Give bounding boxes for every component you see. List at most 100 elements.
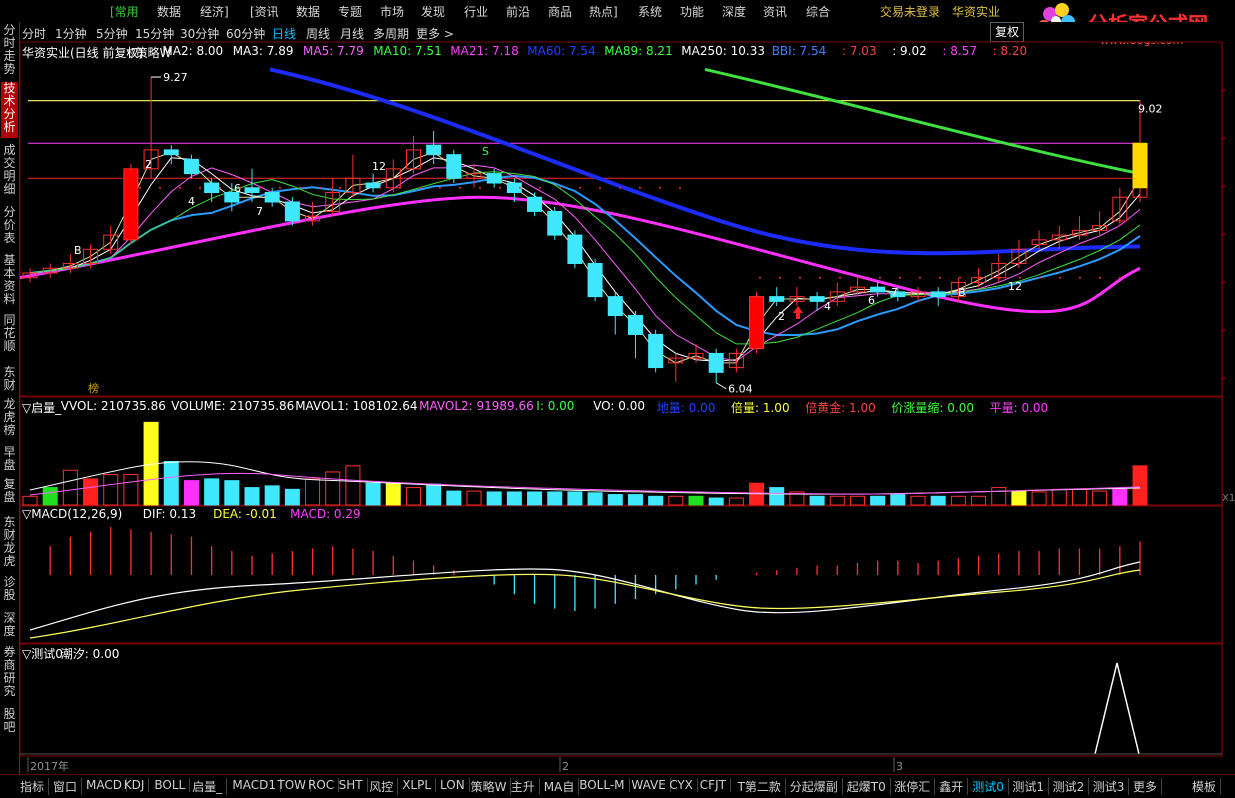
indicator-value: DIF: 0.13 [142, 507, 197, 521]
bottom-tab-14[interactable]: 主升 [511, 778, 540, 795]
candle-body [648, 333, 664, 369]
indicator-value: 价涨量缩: 0.00 [891, 401, 974, 415]
signal-dot [299, 186, 301, 189]
candle-body [749, 296, 765, 350]
ma2-line [29, 151, 1141, 364]
bottom-tab-29[interactable]: 更多 [1133, 778, 1163, 795]
bottom-tab-19[interactable]: CFJT [700, 778, 731, 792]
bottom-tab-2[interactable]: MACD [86, 778, 127, 792]
bang-label: 榜 [88, 381, 99, 395]
volume-bar [62, 469, 78, 506]
volume-bar [163, 461, 179, 506]
volume-bar [22, 495, 38, 506]
bottom-tab-21[interactable]: 分起爆副 [790, 778, 843, 795]
signal-dot [499, 186, 501, 189]
bottom-tab-24[interactable]: 鑫开 [939, 778, 969, 795]
volume-bar [708, 497, 724, 506]
volume-bar [305, 478, 321, 506]
bottom-tab-18[interactable]: CYX [669, 778, 698, 792]
volume-bar [971, 495, 987, 506]
volume-bar [1132, 465, 1148, 506]
signal-dot [459, 186, 461, 189]
signal-dot [779, 276, 781, 279]
bottom-tab-5[interactable]: 启量_ [192, 778, 228, 795]
indicator-value: MA60: 7.54 [527, 44, 596, 58]
candle-body [769, 296, 785, 302]
signal-dot [1099, 276, 1101, 279]
volume-scale-label: X1 [1222, 493, 1235, 504]
bottom-tab-8[interactable]: ROC [308, 778, 340, 792]
volume-bar [1071, 488, 1087, 506]
bottom-tab-22[interactable]: 起爆T0 [847, 778, 891, 795]
bottom-tab-13[interactable]: 策略W [471, 778, 512, 795]
bottom-tab-16[interactable]: BOLL-M [579, 778, 630, 792]
candle-body [708, 352, 724, 373]
panel-title[interactable]: ▽MACD(12,26,9) [22, 507, 122, 521]
bottom-tab-6[interactable]: MACD1 [232, 778, 281, 792]
volume-bar [123, 474, 139, 506]
indicator-value: MA3: 7.89 [232, 44, 294, 58]
bottom-tab-30[interactable]: 模板 [1192, 778, 1222, 795]
signal-marker: B [74, 244, 82, 257]
bottom-tab-9[interactable]: SHT [339, 778, 368, 792]
bottom-tab-25[interactable]: 测试0 [972, 778, 1009, 795]
indicator-value: MA5: 7.79 [303, 44, 364, 58]
volume-bar [83, 478, 99, 506]
signal-dot [759, 276, 761, 279]
volume-bar [688, 495, 704, 506]
bottom-tab-20[interactable]: T第二款 [738, 778, 786, 795]
indicator-value: VVOL: 210735.86 [60, 399, 166, 413]
signal-dot [279, 186, 281, 189]
volume-bar [103, 474, 119, 506]
bottom-tab-1[interactable]: 窗口 [53, 778, 83, 795]
panel-title[interactable]: ▽启量_ [22, 399, 61, 416]
indicator-value: 平量: 0.00 [989, 401, 1049, 415]
candle-body [204, 182, 220, 194]
indicator-value: VO: 0.00 [593, 399, 645, 413]
date-axis-label: 2 [562, 760, 569, 773]
indicator-value: 地量: 0.00 [656, 401, 716, 415]
bottom-tab-11[interactable]: XLPL [402, 778, 437, 792]
volume-bar [930, 495, 946, 506]
panel-title[interactable]: 华资实业(日线 前复权) [22, 44, 143, 61]
signal-dot [659, 186, 661, 189]
indicator-value: 潮汐: 0.00 [60, 647, 120, 661]
bottom-tab-28[interactable]: 测试3 [1093, 778, 1130, 795]
indicator-value: MA21: 7.18 [450, 44, 519, 58]
bottom-tab-17[interactable]: WAVE [631, 778, 671, 792]
bottom-tab-0[interactable]: 指标 [20, 778, 50, 795]
date-axis-label: 3 [896, 760, 903, 773]
bottom-tab-4[interactable]: BOLL [154, 778, 191, 792]
bottom-tab-26[interactable]: 测试1 [1012, 778, 1050, 795]
indicator-value: MA10: 7.51 [373, 44, 442, 58]
volume-bar [365, 482, 381, 506]
bottom-tab-12[interactable]: LON [440, 778, 470, 792]
signal-dot [1039, 276, 1041, 279]
candle-body [163, 149, 179, 156]
volume-bar [264, 485, 280, 506]
volume-bar [486, 491, 502, 506]
last-candle-body [1132, 142, 1148, 189]
signal-dot [579, 186, 581, 189]
indicator-value: I: 0.00 [536, 399, 575, 413]
signal-dot [419, 186, 421, 189]
signal-marker: 6 [868, 294, 875, 307]
right-value-label: 9.02 [1138, 103, 1163, 116]
buy-arrow-icon [793, 306, 803, 319]
ma5-line [29, 164, 1141, 362]
volume-bar [345, 465, 361, 506]
signal-dot [1059, 276, 1061, 279]
signal-dot [619, 186, 621, 189]
panel-frame [19, 505, 1223, 644]
signal-dot [839, 276, 841, 279]
bottom-tab-27[interactable]: 测试2 [1053, 778, 1090, 795]
panel-title[interactable]: ▽测试0 [22, 645, 63, 662]
bottom-tab-10[interactable]: 风控 [369, 778, 399, 795]
volume-bar [1092, 490, 1108, 506]
volume-bar [405, 487, 421, 506]
bottom-tab-7[interactable]: TOW [277, 778, 312, 792]
bottom-tab-15[interactable]: MA自 [544, 778, 580, 795]
candle-body [365, 182, 381, 189]
bottom-tab-23[interactable]: 涨停汇 [894, 778, 936, 795]
bottom-tab-3[interactable]: KDJ [124, 778, 150, 792]
